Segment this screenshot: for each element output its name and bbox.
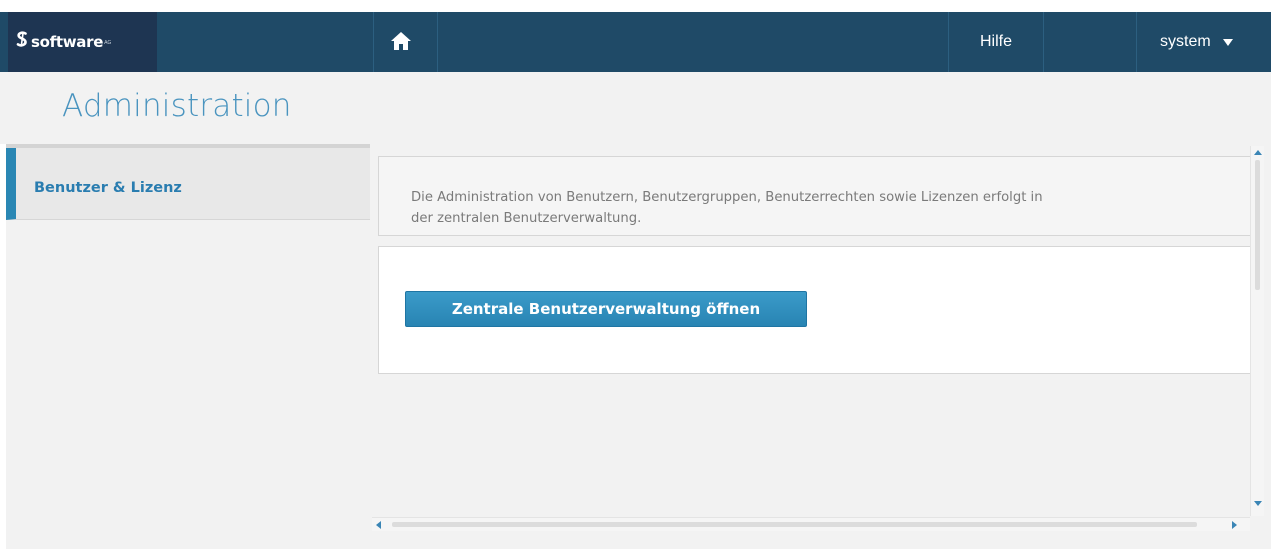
sidebar-item-benutzer-lizenz[interactable]: Benutzer & Lizenz [6,148,370,220]
page-title: Administration [62,88,292,124]
action-panel: Zentrale Benutzerverwaltung öffnen [378,246,1250,374]
scroll-left-arrow-icon[interactable] [376,521,381,529]
vertical-scroll-thumb[interactable] [1255,160,1260,290]
info-text-line-1: Die Administration von Benutzern, Benutz… [411,190,1043,205]
user-name: system [1160,33,1211,50]
sidebar: Benutzer & Lizenz [6,144,370,549]
info-text-line-2: der zentralen Benutzerverwaltung. [411,211,642,226]
home-icon [391,32,411,50]
info-panel: Die Administration von Benutzern, Benutz… [378,156,1250,236]
logo-text: software [31,33,104,51]
user-menu[interactable]: system [1136,12,1271,72]
topbar-divider [437,12,438,72]
horizontal-scrollbar[interactable] [372,517,1250,531]
top-navigation-bar: software AG Hilfe system [0,12,1271,72]
logo-s-mark-icon [16,31,28,53]
software-ag-logo[interactable]: software AG [8,12,157,72]
home-button[interactable] [388,27,414,55]
topbar-divider [948,12,949,72]
caret-down-icon [1222,38,1233,46]
logo-suffix: AG [104,40,112,46]
vertical-scrollbar[interactable] [1250,146,1264,516]
page-header: Administration [0,72,1271,144]
topbar-divider [373,12,374,72]
open-user-management-button[interactable]: Zentrale Benutzerverwaltung öffnen [405,291,807,327]
scroll-up-arrow-icon[interactable] [1254,150,1262,155]
topbar-divider [1043,12,1044,72]
scroll-right-arrow-icon[interactable] [1232,521,1237,529]
main-content: Die Administration von Benutzern, Benutz… [370,144,1271,549]
help-link[interactable]: Hilfe [980,12,1012,72]
horizontal-scroll-thumb[interactable] [392,522,1197,527]
sidebar-item-label: Benutzer & Lizenz [34,180,182,196]
info-text: Die Administration von Benutzern, Benutz… [411,187,1247,229]
page: software AG Hilfe system Administration … [0,0,1271,549]
scroll-down-arrow-icon[interactable] [1254,501,1262,506]
